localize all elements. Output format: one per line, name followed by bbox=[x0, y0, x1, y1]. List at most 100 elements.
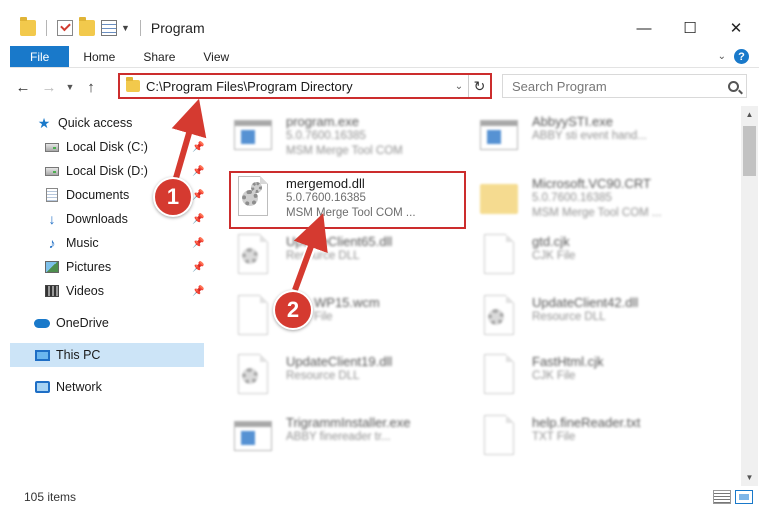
new-folder-icon[interactable] bbox=[79, 17, 95, 36]
item-count: 105 items bbox=[24, 489, 77, 504]
network-icon bbox=[34, 381, 50, 393]
search-placeholder[interactable]: Search Program bbox=[512, 79, 607, 94]
search-icon[interactable] bbox=[720, 80, 746, 92]
file-name: UpdateClient65.dll bbox=[286, 234, 393, 249]
pin-icon[interactable]: 📌 bbox=[192, 142, 204, 153]
file-item-updateclient42-dll[interactable]: UpdateClient42.dll Resource DLL bbox=[478, 291, 728, 347]
exe-file-icon bbox=[478, 114, 520, 160]
ribbon-right: ⌄ ? bbox=[708, 46, 759, 67]
close-button[interactable]: ✕ bbox=[713, 10, 759, 46]
sidebar-item-pictures[interactable]: Pictures 📌 bbox=[10, 255, 204, 279]
properties-icon[interactable] bbox=[101, 20, 117, 36]
forward-arrow-icon[interactable]: → bbox=[36, 79, 62, 96]
file-name: help.fineReader.txt bbox=[532, 415, 641, 430]
tab-file[interactable]: File bbox=[10, 46, 70, 67]
folder-icon bbox=[478, 176, 520, 222]
help-icon[interactable]: ? bbox=[734, 49, 749, 64]
file-version: 5.0.7600.16385 bbox=[532, 192, 612, 204]
downloads-icon: ↓ bbox=[48, 211, 56, 227]
file-item-wp15-wcm[interactable]: WP15.wcm File bbox=[232, 291, 482, 347]
pin-icon[interactable]: 📌 bbox=[192, 214, 204, 225]
sidebar-item-label: Downloads bbox=[66, 212, 128, 226]
file-description: File bbox=[314, 311, 333, 323]
file-highlight-box bbox=[229, 171, 466, 229]
address-bar[interactable]: C:\Program Files\Program Directory ⌄ ↻ bbox=[118, 73, 492, 99]
recent-locations-chevron-icon[interactable]: ▼ bbox=[62, 82, 78, 92]
blank-file-icon bbox=[478, 354, 520, 400]
blank-file-icon bbox=[232, 295, 274, 341]
properties-check-icon[interactable] bbox=[57, 20, 73, 36]
scrollbar-thumb[interactable] bbox=[743, 126, 756, 176]
file-item-fasthtml-cjk[interactable]: FastHtml.cjk CJK File bbox=[478, 350, 728, 406]
text-file-icon bbox=[478, 415, 520, 461]
sidebar-item-quick-access[interactable]: ★ Quick access bbox=[36, 111, 206, 135]
step-badge-2: 2 bbox=[273, 290, 313, 330]
view-switcher bbox=[713, 489, 759, 504]
refresh-icon[interactable]: ↻ bbox=[468, 75, 490, 97]
file-item-gtd-cjk[interactable]: gtd.cjk CJK File bbox=[478, 230, 728, 286]
file-item-updateclient19-dll[interactable]: UpdateClient19.dll Resource DLL bbox=[232, 350, 482, 406]
file-item-program-exe[interactable]: program.exe 5.0.7600.16385 MSM Merge Too… bbox=[232, 110, 482, 166]
up-arrow-icon[interactable]: ↑ bbox=[78, 79, 104, 96]
file-name: UpdateClient42.dll bbox=[532, 295, 639, 310]
pin-icon[interactable]: 📌 bbox=[192, 190, 204, 201]
sidebar-item-music[interactable]: ♪ Music 📌 bbox=[10, 231, 205, 255]
sidebar-item-this-pc[interactable]: This PC bbox=[10, 343, 204, 367]
address-history-chevron-icon[interactable]: ⌄ bbox=[450, 81, 468, 92]
quick-access-toolbar: ▼ bbox=[10, 17, 145, 36]
ribbon-tabs: File Home Share View ⌄ ? bbox=[10, 46, 759, 68]
file-item-updateclient65-dll[interactable]: UpdateClient65.dll Resource DLL bbox=[232, 230, 482, 286]
file-name: TrigrammInstaller.exe bbox=[286, 415, 411, 430]
vertical-scrollbar[interactable]: ▲ ▼ bbox=[741, 106, 758, 486]
folder-icon[interactable] bbox=[20, 17, 36, 36]
sidebar-item-label: Local Disk (C:) bbox=[66, 140, 148, 154]
file-item-help-finereader-txt[interactable]: help.fineReader.txt TXT File bbox=[478, 411, 728, 467]
folder-icon bbox=[126, 77, 140, 92]
file-description: ABBY finereader tr... bbox=[286, 431, 391, 443]
sidebar-item-videos[interactable]: Videos 📌 bbox=[10, 279, 204, 303]
customize-toolbar-chevron-icon[interactable]: ▼ bbox=[121, 23, 130, 33]
onedrive-icon bbox=[34, 318, 50, 328]
title-bar: ▼ Program — ☐ ✕ bbox=[10, 10, 759, 46]
scroll-up-icon[interactable]: ▲ bbox=[741, 106, 758, 123]
step-badge-1: 1 bbox=[153, 177, 193, 217]
pin-icon[interactable]: 📌 bbox=[192, 238, 204, 249]
back-arrow-icon[interactable]: ← bbox=[10, 79, 36, 96]
tab-view[interactable]: View bbox=[189, 46, 243, 67]
scroll-down-icon[interactable]: ▼ bbox=[741, 469, 758, 486]
file-description: Resource DLL bbox=[286, 370, 360, 382]
expand-ribbon-chevron-icon[interactable]: ⌄ bbox=[718, 51, 726, 62]
sidebar-item-label: Documents bbox=[66, 188, 130, 202]
file-name: UpdateClient19.dll bbox=[286, 354, 393, 369]
music-icon: ♪ bbox=[48, 235, 56, 251]
file-description: Resource DLL bbox=[286, 250, 360, 262]
exe-file-icon bbox=[232, 114, 274, 160]
details-view-icon[interactable] bbox=[713, 489, 731, 504]
file-item-microsoft-vc90-crt[interactable]: Microsoft.VC90.CRT 5.0.7600.16385 MSM Me… bbox=[478, 172, 728, 228]
minimize-button[interactable]: — bbox=[621, 10, 667, 46]
pictures-icon bbox=[45, 261, 59, 273]
sidebar-item-onedrive[interactable]: OneDrive bbox=[10, 311, 204, 335]
pin-icon[interactable]: 📌 bbox=[192, 166, 204, 177]
tab-home[interactable]: Home bbox=[69, 46, 129, 67]
file-description: Resource DLL bbox=[532, 311, 606, 323]
sidebar-item-local-disk-c[interactable]: Local Disk (C:) 📌 bbox=[10, 135, 204, 159]
search-box[interactable]: Search Program bbox=[502, 74, 747, 98]
divider bbox=[139, 20, 141, 36]
window-controls: — ☐ ✕ bbox=[621, 10, 759, 46]
tab-share[interactable]: Share bbox=[129, 46, 189, 67]
file-name: FastHtml.cjk bbox=[532, 354, 604, 369]
file-item-abbyysti-exe[interactable]: AbbyySTI.exe ABBY sti event hand... bbox=[478, 110, 728, 166]
file-item-trigramminstaller-exe[interactable]: TrigrammInstaller.exe ABBY finereader tr… bbox=[232, 411, 482, 467]
sidebar-item-network[interactable]: Network bbox=[10, 375, 204, 399]
pin-icon[interactable]: 📌 bbox=[192, 262, 204, 273]
tiles-view-icon[interactable] bbox=[735, 489, 753, 504]
dll-file-icon bbox=[232, 354, 274, 400]
address-path[interactable]: C:\Program Files\Program Directory bbox=[146, 79, 353, 94]
pin-icon[interactable]: 📌 bbox=[192, 286, 204, 297]
sidebar-item-label: OneDrive bbox=[56, 316, 109, 330]
sidebar-item-label: Quick access bbox=[58, 116, 133, 130]
maximize-button[interactable]: ☐ bbox=[667, 10, 713, 46]
disk-icon bbox=[45, 142, 59, 152]
file-description: MSM Merge Tool COM bbox=[286, 145, 403, 157]
